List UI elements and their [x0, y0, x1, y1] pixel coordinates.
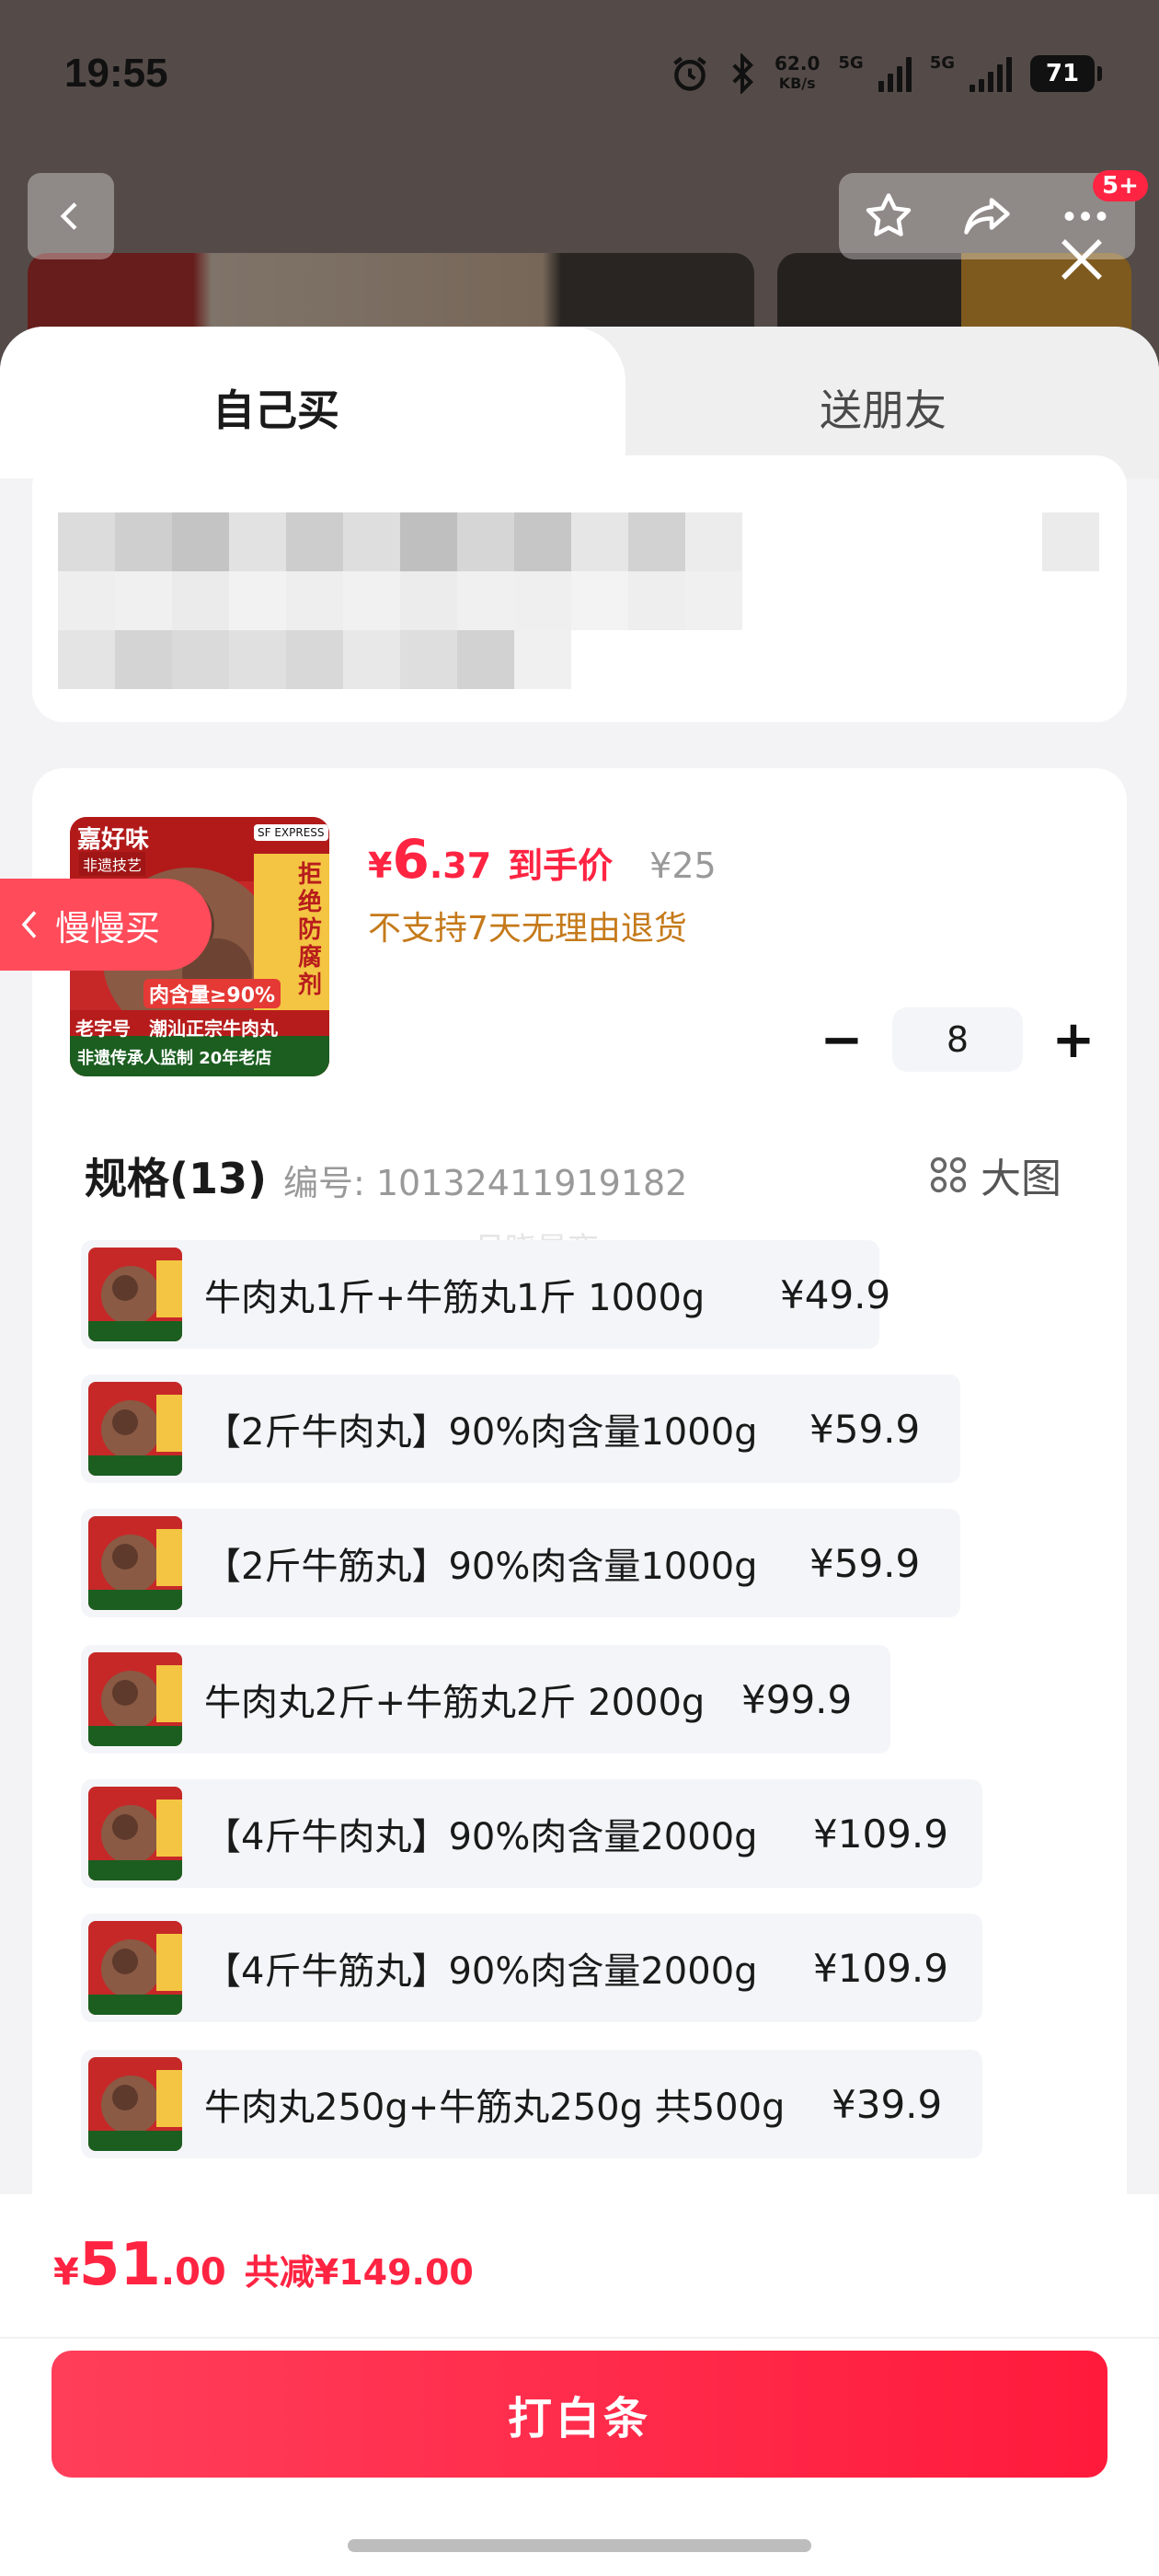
spec-option-label: 【4斤牛肉丸】90%肉含量2000g [204, 1816, 758, 1858]
spec-option[interactable]: 【4斤牛筋丸】90%肉含量2000g ¥109.9 [81, 1914, 982, 2022]
divider [0, 2337, 1159, 2339]
price-line: ¥ 6 .37 到手价 ¥25 [368, 828, 717, 891]
image-brand-text: 嘉好味 [77, 826, 150, 854]
spec-option[interactable]: 牛肉丸1斤+牛筋丸1斤 1000g ¥49.9 [81, 1240, 890, 1349]
quantity-value[interactable]: 8 [892, 1007, 1023, 1072]
spec-option-label: 牛肉丸2斤+牛筋丸2斤 2000g [204, 1682, 706, 1724]
spec-option[interactable]: 【2斤牛肉丸】90%肉含量1000g ¥59.9 [81, 1374, 960, 1483]
address-blur [58, 512, 742, 571]
spec-option-price: ¥109.9 [813, 1945, 948, 1991]
net-speed-value: 62.0 [775, 52, 820, 75]
tab-self-buy-label: 自己买 [212, 385, 339, 435]
image-line2-text: 非遗传承人监制 20年老店 [77, 1049, 272, 1068]
price-decimal: .37 [429, 845, 492, 886]
total-symbol: ¥ [53, 2251, 79, 2294]
image-badge-text: 非遗技艺 [79, 852, 146, 876]
spec-option[interactable]: 【2斤牛筋丸】90%肉含量1000g ¥59.9 [81, 1509, 960, 1617]
spec-option-thumbnail [88, 1382, 182, 1476]
spec-option-label: 【2斤牛肉丸】90%肉含量1000g [204, 1411, 758, 1454]
spec-option-thumbnail [88, 1248, 182, 1341]
return-policy: 不支持7天无理由退货 [368, 910, 687, 948]
spec-option-price: ¥39.9 [832, 2081, 943, 2127]
star-icon[interactable] [861, 189, 916, 244]
spec-option[interactable]: 牛肉丸2斤+牛筋丸2斤 2000g ¥99.9 [81, 1645, 890, 1754]
total-saving: 共减¥149.00 [244, 2252, 474, 2293]
tab-gift-friend[interactable]: 送朋友 [625, 377, 1141, 438]
spec-option-price: ¥109.9 [813, 1811, 948, 1857]
back-button[interactable] [28, 173, 114, 259]
address-blur [58, 571, 742, 630]
quantity-stepper: − 8 + [809, 1007, 1106, 1072]
image-express-text: SF EXPRESS [254, 824, 328, 841]
quantity-minus-button[interactable]: − [809, 1007, 874, 1072]
signal-icon [970, 55, 1012, 92]
total-decimal: .00 [160, 2251, 226, 2294]
price-tag: 到手价 [508, 845, 614, 886]
spec-option-price: ¥99.9 [741, 1676, 853, 1722]
quantity-plus-button[interactable]: + [1041, 1007, 1106, 1072]
share-icon[interactable] [959, 189, 1015, 244]
spec-option[interactable]: 【4斤牛肉丸】90%肉含量2000g ¥109.9 [81, 1779, 982, 1888]
close-icon [1061, 239, 1102, 280]
original-price: ¥25 [649, 845, 717, 886]
spec-option-thumbnail [88, 1787, 182, 1880]
slow-buy-label: 慢慢买 [55, 907, 161, 949]
grid-icon [930, 1156, 967, 1193]
price-integer: 6 [392, 828, 430, 891]
spec-option-thumbnail [88, 1652, 182, 1746]
total-integer: 51 [78, 2231, 161, 2299]
chevron-left-icon [21, 911, 37, 938]
clock: 19:55 [64, 51, 168, 96]
status-icons: 62.0 KB/s 5G 5G 71 [670, 53, 1102, 94]
chevron-left-icon [60, 202, 77, 230]
notification-badge: 5+ [1093, 170, 1148, 201]
spec-code: 编号: 10132411919182 [283, 1163, 688, 1203]
slow-buy-tab[interactable]: 慢慢买 [0, 879, 212, 971]
address-card[interactable] [32, 455, 1127, 722]
sim1-type: 5G [838, 53, 864, 73]
address-blur [1042, 512, 1099, 571]
spec-option-label: 【4斤牛筋丸】90%肉含量2000g [204, 1950, 758, 1993]
price-symbol: ¥ [368, 845, 393, 886]
spec-option-price: ¥59.9 [809, 1540, 921, 1586]
bluetooth-icon [732, 53, 754, 94]
spec-option-price: ¥59.9 [809, 1406, 921, 1452]
signal-icon [878, 55, 912, 92]
spec-option-label: 牛肉丸250g+牛筋丸250g 共500g [204, 2087, 786, 2129]
close-sheet-button[interactable] [1054, 232, 1109, 287]
total-price: ¥ 51 .00 共减¥149.00 [53, 2231, 474, 2299]
net-speed: 62.0 KB/s [775, 53, 820, 94]
sim2-type: 5G [929, 53, 955, 73]
net-speed-unit: KB/s [778, 75, 816, 92]
image-line1b-text: 潮汕正宗牛肉丸 [149, 1018, 278, 1040]
image-meat-text: 肉含量≥90% [143, 979, 281, 1008]
home-indicator[interactable] [348, 2539, 811, 2552]
image-side-text: 拒绝防腐剂 [298, 861, 323, 999]
spec-option-thumbnail [88, 1921, 182, 2015]
spec-option-thumbnail [88, 2057, 182, 2151]
big-image-button[interactable]: 大图 [927, 1145, 1061, 1204]
spec-option-price: ¥49.9 [780, 1271, 891, 1317]
spec-title: 规格(13) [85, 1154, 268, 1203]
status-bar: 19:55 62.0 KB/s 5G 5G 71 [0, 0, 1159, 156]
pay-button[interactable]: 打白条 [52, 2351, 1107, 2478]
spec-option-label: 牛肉丸1斤+牛筋丸1斤 1000g [204, 1277, 706, 1319]
battery-icon: 71 [1030, 55, 1102, 92]
big-image-label: 大图 [981, 1156, 1061, 1202]
spec-option[interactable]: 牛肉丸250g+牛筋丸250g 共500g ¥39.9 [81, 2050, 982, 2158]
address-blur [58, 630, 571, 689]
spec-option-label: 【2斤牛筋丸】90%肉含量1000g [204, 1546, 758, 1588]
spec-option-thumbnail [88, 1516, 182, 1610]
alarm-icon [673, 56, 706, 91]
image-line1a-text: 老字号 [75, 1018, 131, 1040]
